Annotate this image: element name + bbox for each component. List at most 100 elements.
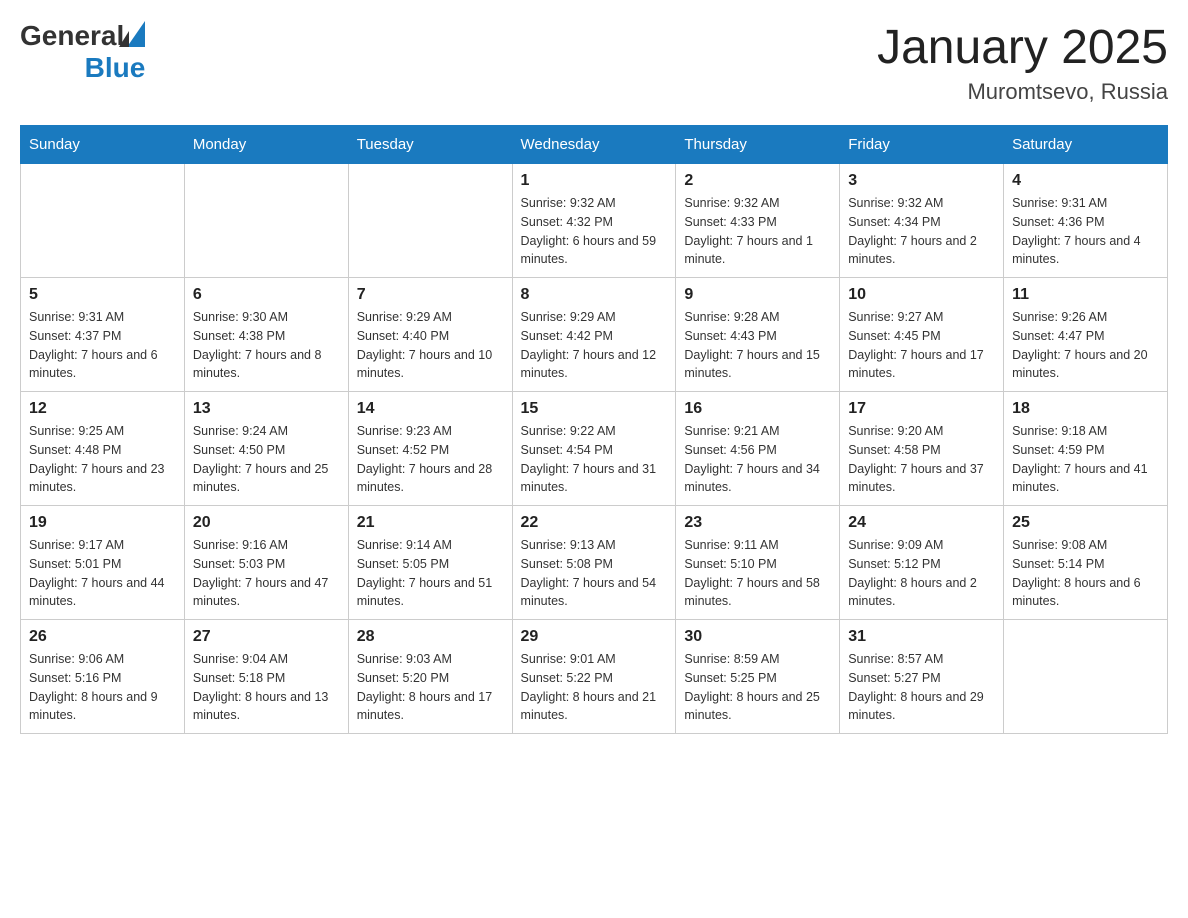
day-number: 8 [521,286,668,304]
day-number: 29 [521,628,668,646]
calendar-body: 1 Sunrise: 9:32 AMSunset: 4:32 PMDaylight… [21,164,1168,734]
day-of-week-header: Tuesday [348,126,512,164]
day-info: Sunrise: 9:09 AMSunset: 5:12 PMDaylight:… [848,536,995,611]
day-number: 30 [684,628,831,646]
calendar-cell: 23 Sunrise: 9:11 AMSunset: 5:10 PMDayligh… [676,506,840,620]
day-info: Sunrise: 9:31 AMSunset: 4:36 PMDaylight:… [1012,194,1159,269]
day-of-week-header: Wednesday [512,126,676,164]
calendar-week-row: 1 Sunrise: 9:32 AMSunset: 4:32 PMDaylight… [21,164,1168,278]
calendar-cell: 28 Sunrise: 9:03 AMSunset: 5:20 PMDayligh… [348,620,512,734]
day-number: 3 [848,172,995,190]
calendar-table: SundayMondayTuesdayWednesdayThursdayFrid… [20,125,1168,734]
day-info: Sunrise: 9:29 AMSunset: 4:40 PMDaylight:… [357,308,504,383]
calendar-week-row: 12 Sunrise: 9:25 AMSunset: 4:48 PMDayligh… [21,392,1168,506]
calendar-cell: 27 Sunrise: 9:04 AMSunset: 5:18 PMDayligh… [184,620,348,734]
day-info: Sunrise: 9:32 AMSunset: 4:33 PMDaylight:… [684,194,831,269]
day-number: 12 [29,400,176,418]
logo-blue-text: Blue [85,52,146,84]
day-number: 17 [848,400,995,418]
day-of-week-header: Friday [840,126,1004,164]
day-info: Sunrise: 9:06 AMSunset: 5:16 PMDaylight:… [29,650,176,725]
day-info: Sunrise: 9:20 AMSunset: 4:58 PMDaylight:… [848,422,995,497]
day-number: 1 [521,172,668,190]
day-info: Sunrise: 9:01 AMSunset: 5:22 PMDaylight:… [521,650,668,725]
calendar-cell: 30 Sunrise: 8:59 AMSunset: 5:25 PMDayligh… [676,620,840,734]
day-of-week-header: Sunday [21,126,185,164]
day-info: Sunrise: 9:13 AMSunset: 5:08 PMDaylight:… [521,536,668,611]
day-number: 22 [521,514,668,532]
day-number: 2 [684,172,831,190]
calendar-cell: 22 Sunrise: 9:13 AMSunset: 5:08 PMDayligh… [512,506,676,620]
day-info: Sunrise: 9:30 AMSunset: 4:38 PMDaylight:… [193,308,340,383]
day-info: Sunrise: 9:24 AMSunset: 4:50 PMDaylight:… [193,422,340,497]
day-of-week-header: Thursday [676,126,840,164]
day-info: Sunrise: 9:25 AMSunset: 4:48 PMDaylight:… [29,422,176,497]
calendar-header: SundayMondayTuesdayWednesdayThursdayFrid… [21,126,1168,164]
page-header: General Blue January 2025 Muromtsevo, Ru… [20,20,1168,105]
calendar-cell: 19Sunrise: 9:17 AMSunset: 5:01 PMDayligh… [21,506,185,620]
day-number: 20 [193,514,340,532]
day-number: 18 [1012,400,1159,418]
logo: General Blue [20,20,145,84]
day-info: Sunrise: 9:23 AMSunset: 4:52 PMDaylight:… [357,422,504,497]
day-info: Sunrise: 9:22 AMSunset: 4:54 PMDaylight:… [521,422,668,497]
day-number: 11 [1012,286,1159,304]
day-number: 14 [357,400,504,418]
calendar-cell: 31Sunrise: 8:57 AMSunset: 5:27 PMDayligh… [840,620,1004,734]
calendar-week-row: 26 Sunrise: 9:06 AMSunset: 5:16 PMDayligh… [21,620,1168,734]
calendar-cell: 1 Sunrise: 9:32 AMSunset: 4:32 PMDaylight… [512,164,676,278]
calendar-cell: 21 Sunrise: 9:14 AMSunset: 5:05 PMDayligh… [348,506,512,620]
header-row: SundayMondayTuesdayWednesdayThursdayFrid… [21,126,1168,164]
day-info: Sunrise: 9:32 AMSunset: 4:34 PMDaylight:… [848,194,995,269]
day-info: Sunrise: 9:29 AMSunset: 4:42 PMDaylight:… [521,308,668,383]
calendar-cell: 25 Sunrise: 9:08 AMSunset: 5:14 PMDayligh… [1004,506,1168,620]
day-info: Sunrise: 9:11 AMSunset: 5:10 PMDaylight:… [684,536,831,611]
calendar-week-row: 5 Sunrise: 9:31 AMSunset: 4:37 PMDaylight… [21,278,1168,392]
day-info: Sunrise: 9:14 AMSunset: 5:05 PMDaylight:… [357,536,504,611]
calendar-cell: 20Sunrise: 9:16 AMSunset: 5:03 PMDayligh… [184,506,348,620]
day-info: Sunrise: 9:31 AMSunset: 4:37 PMDaylight:… [29,308,176,383]
calendar-cell: 11 Sunrise: 9:26 AMSunset: 4:47 PMDayligh… [1004,278,1168,392]
calendar-cell: 14 Sunrise: 9:23 AMSunset: 4:52 PMDayligh… [348,392,512,506]
month-title: January 2025 [877,20,1168,75]
calendar-cell: 16 Sunrise: 9:21 AMSunset: 4:56 PMDayligh… [676,392,840,506]
calendar-cell: 18Sunrise: 9:18 AMSunset: 4:59 PMDayligh… [1004,392,1168,506]
day-number: 4 [1012,172,1159,190]
day-number: 7 [357,286,504,304]
calendar-cell: 17 Sunrise: 9:20 AMSunset: 4:58 PMDayligh… [840,392,1004,506]
day-of-week-header: Monday [184,126,348,164]
day-number: 23 [684,514,831,532]
logo-general-text: General [20,20,124,52]
day-info: Sunrise: 9:08 AMSunset: 5:14 PMDaylight:… [1012,536,1159,611]
calendar-cell: 29 Sunrise: 9:01 AMSunset: 5:22 PMDayligh… [512,620,676,734]
calendar-cell: 15 Sunrise: 9:22 AMSunset: 4:54 PMDayligh… [512,392,676,506]
day-info: Sunrise: 9:32 AMSunset: 4:32 PMDaylight:… [521,194,668,269]
day-number: 31 [848,628,995,646]
calendar-cell: 2 Sunrise: 9:32 AMSunset: 4:33 PMDaylight… [676,164,840,278]
calendar-week-row: 19Sunrise: 9:17 AMSunset: 5:01 PMDayligh… [21,506,1168,620]
calendar-cell [1004,620,1168,734]
day-info: Sunrise: 9:26 AMSunset: 4:47 PMDaylight:… [1012,308,1159,383]
day-info: Sunrise: 8:59 AMSunset: 5:25 PMDaylight:… [684,650,831,725]
day-number: 26 [29,628,176,646]
day-info: Sunrise: 9:21 AMSunset: 4:56 PMDaylight:… [684,422,831,497]
calendar-cell: 13Sunrise: 9:24 AMSunset: 4:50 PMDayligh… [184,392,348,506]
calendar-cell: 4 Sunrise: 9:31 AMSunset: 4:36 PMDaylight… [1004,164,1168,278]
calendar-cell: 5 Sunrise: 9:31 AMSunset: 4:37 PMDaylight… [21,278,185,392]
day-number: 10 [848,286,995,304]
day-info: Sunrise: 9:03 AMSunset: 5:20 PMDaylight:… [357,650,504,725]
day-number: 16 [684,400,831,418]
calendar-cell: 7 Sunrise: 9:29 AMSunset: 4:40 PMDaylight… [348,278,512,392]
day-number: 21 [357,514,504,532]
day-info: Sunrise: 9:04 AMSunset: 5:18 PMDaylight:… [193,650,340,725]
title-section: January 2025 Muromtsevo, Russia [877,20,1168,105]
day-number: 24 [848,514,995,532]
calendar-cell: 3 Sunrise: 9:32 AMSunset: 4:34 PMDaylight… [840,164,1004,278]
day-number: 25 [1012,514,1159,532]
day-number: 15 [521,400,668,418]
day-number: 28 [357,628,504,646]
day-number: 27 [193,628,340,646]
calendar-cell [348,164,512,278]
day-number: 19 [29,514,176,532]
day-number: 5 [29,286,176,304]
